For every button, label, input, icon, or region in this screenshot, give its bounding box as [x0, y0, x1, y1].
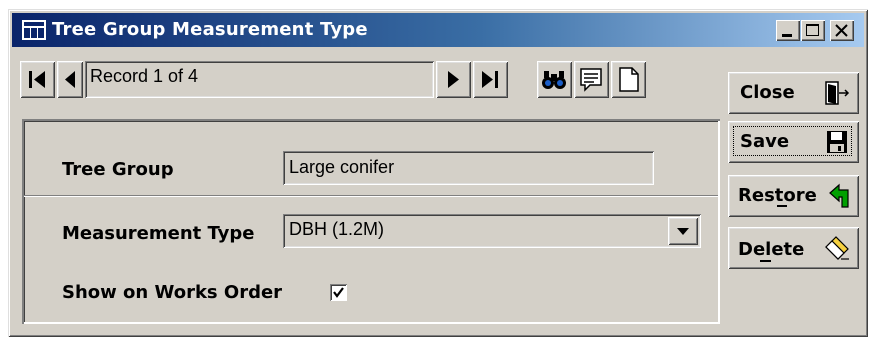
eraser-icon	[825, 236, 849, 260]
measurement-type-select[interactable]: DBH (1.2M)	[283, 214, 701, 248]
show-on-works-order-label: Show on Works Order	[62, 282, 283, 303]
door-exit-icon	[825, 81, 850, 105]
record-text: Record 1 of 4	[90, 66, 199, 86]
new-record-button[interactable]	[611, 61, 646, 98]
delete-button[interactable]: Delete	[728, 227, 859, 269]
chevron-down-icon	[677, 228, 689, 235]
record-indicator: Record 1 of 4	[85, 61, 434, 98]
close-window-button[interactable]	[830, 20, 854, 41]
window-title: Tree Group Measurement Type	[52, 19, 368, 40]
tree-group-field[interactable]: Large conifer	[283, 151, 654, 185]
next-record-button[interactable]	[436, 61, 471, 98]
close-button-label: Close	[740, 82, 795, 103]
close-icon	[835, 24, 848, 37]
notes-button[interactable]	[574, 61, 609, 98]
measurement-type-label: Measurement Type	[62, 223, 255, 244]
dialog-window: Tree Group Measurement Type Record 1 of …	[8, 9, 868, 337]
maximize-button[interactable]	[801, 20, 825, 41]
undo-arrow-icon	[829, 183, 849, 208]
show-on-works-order-checkbox[interactable]	[330, 284, 347, 301]
minimize-button[interactable]	[776, 20, 800, 41]
app-icon	[22, 20, 46, 40]
delete-button-label: Delete	[738, 239, 805, 260]
maximize-icon	[806, 24, 819, 36]
last-record-icon	[482, 71, 498, 88]
measurement-type-value: DBH (1.2M)	[289, 219, 385, 239]
first-record-button[interactable]	[20, 61, 55, 98]
previous-record-button[interactable]	[57, 61, 83, 98]
new-record-icon	[619, 67, 639, 92]
next-record-icon	[448, 71, 459, 88]
tree-group-value: Large conifer	[289, 157, 395, 177]
minimize-icon	[782, 34, 792, 37]
measurement-type-dropdown-button[interactable]	[668, 217, 698, 245]
notes-icon	[580, 68, 602, 92]
restore-button[interactable]: Restore	[728, 175, 859, 217]
restore-button-label: Restore	[738, 185, 817, 206]
save-button[interactable]: Save	[728, 121, 859, 163]
title-bar[interactable]: Tree Group Measurement Type	[12, 13, 864, 47]
close-button[interactable]: Close	[728, 72, 859, 114]
find-button[interactable]	[537, 61, 572, 98]
save-button-label: Save	[740, 131, 790, 152]
checkmark-icon	[333, 287, 344, 298]
binoculars-icon	[542, 71, 566, 89]
tree-group-label: Tree Group	[62, 159, 174, 180]
floppy-disk-icon	[827, 131, 847, 153]
previous-record-icon	[65, 71, 75, 88]
first-record-icon	[29, 71, 45, 88]
section-divider	[24, 195, 718, 197]
last-record-button[interactable]	[473, 61, 508, 98]
